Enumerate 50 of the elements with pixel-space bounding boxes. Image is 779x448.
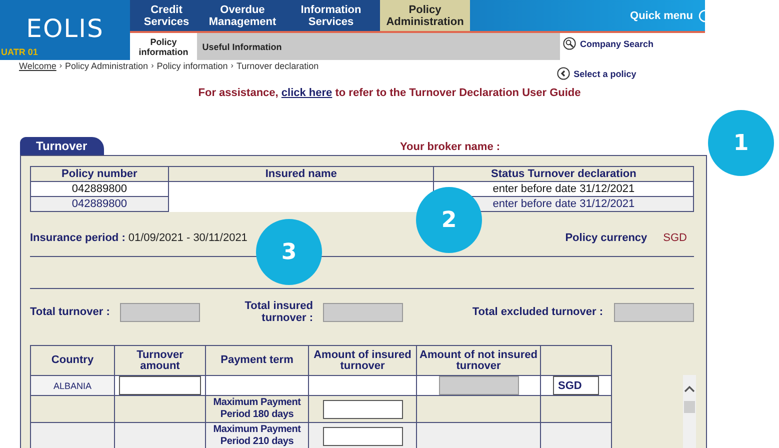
back-icon bbox=[556, 67, 570, 80]
column-header: Payment term bbox=[206, 346, 308, 376]
insurance-period-value: 01/09/2021 - 30/11/2021 bbox=[128, 232, 248, 244]
nav-tab[interactable]: Credit Services bbox=[130, 0, 203, 31]
column-header: Policy number bbox=[30, 166, 168, 182]
turnover-amount-field[interactable] bbox=[119, 376, 201, 395]
column-header: Country bbox=[30, 346, 114, 376]
guide-link[interactable]: click here bbox=[281, 87, 332, 99]
total-label: Total excluded turnover : bbox=[471, 306, 604, 318]
insurance-period-label: Insurance period : bbox=[30, 232, 126, 244]
column-header: Turnover amount bbox=[114, 346, 206, 376]
total-label: Total turnover : bbox=[30, 306, 111, 318]
environment-label: UATR 01 bbox=[1, 47, 38, 57]
currency-field[interactable]: SGD bbox=[553, 376, 599, 395]
logo-text: EOLIS bbox=[26, 14, 104, 42]
scroll-thumb[interactable] bbox=[684, 401, 695, 413]
payment-term-cell: Maximum Payment Period 210 days bbox=[206, 422, 308, 448]
currency-value: SGD bbox=[663, 232, 687, 244]
select-policy-link[interactable]: Select a policy bbox=[556, 67, 636, 80]
breadcrumb-separator: › bbox=[151, 61, 154, 70]
broker-label: Your broker name : bbox=[400, 141, 500, 155]
column-header: Amount of insured turnover bbox=[308, 346, 416, 376]
policy-number-cell: 042889800 bbox=[30, 182, 168, 196]
assistance-text: For assistance, click here to refer to the Turnover Declaration User Guide bbox=[197, 87, 582, 99]
nav-tab[interactable]: Information Services bbox=[282, 0, 380, 31]
column-header: Status Turnover declaration bbox=[434, 166, 694, 182]
breadcrumb-separator: › bbox=[59, 61, 62, 70]
logo[interactable]: EOLIS UATR 01 bbox=[0, 0, 130, 60]
callout-badge: 1 bbox=[708, 110, 774, 176]
column-header: Insured name bbox=[168, 166, 434, 182]
breadcrumb-link[interactable]: Welcome bbox=[19, 60, 56, 70]
nav-tab[interactable]: Overdue Management bbox=[203, 0, 282, 31]
scrollbar[interactable] bbox=[683, 375, 696, 448]
total-label: Total insured turnover : bbox=[244, 300, 314, 324]
breadcrumb-item: Policy information bbox=[156, 60, 228, 70]
nav-tab[interactable]: Policy Administration bbox=[380, 0, 470, 31]
sub-tab[interactable]: Useful Information bbox=[197, 33, 287, 60]
search-icon bbox=[563, 37, 576, 50]
currency-label: Policy currency bbox=[565, 232, 648, 244]
policy-number-cell: 042889800 bbox=[30, 196, 168, 212]
insured-amount-field[interactable] bbox=[322, 400, 402, 418]
breadcrumb-separator: › bbox=[230, 61, 234, 70]
turnover-tab[interactable]: Turnover bbox=[20, 137, 104, 155]
scroll-up-icon[interactable] bbox=[684, 385, 695, 393]
insured-amount-field[interactable] bbox=[322, 426, 402, 446]
column-header: Amount of not insured turnover bbox=[416, 346, 540, 376]
breadcrumb-item: Turnover declaration bbox=[236, 60, 319, 70]
payment-term-cell: Maximum Payment Period 180 days bbox=[206, 396, 308, 422]
breadcrumb-item: Policy Administration bbox=[65, 60, 148, 70]
country-cell: ALBANIA bbox=[30, 376, 114, 396]
